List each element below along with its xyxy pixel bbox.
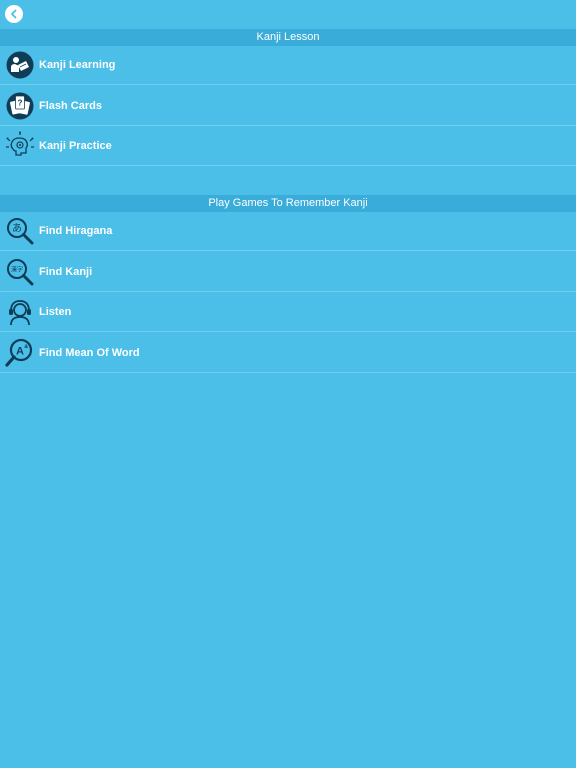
svg-text:A: A — [16, 345, 24, 357]
menu-item-listen[interactable]: Listen — [0, 292, 576, 332]
flash-cards-icon: ? — [5, 91, 35, 121]
menu-item-label: Flash Cards — [39, 99, 102, 112]
menu-item-find-hiragana[interactable]: あ Find Hiragana — [0, 211, 576, 251]
chevron-left-icon — [11, 9, 17, 19]
svg-text:漢字: 漢字 — [11, 265, 23, 273]
section-header-kanji-lesson: Kanji Lesson — [0, 29, 576, 46]
magnifier-word-icon: A a — [5, 338, 35, 368]
menu-item-label: Find Kanji — [39, 265, 93, 278]
menu-item-kanji-learning[interactable]: Kanji Learning — [0, 45, 576, 85]
menu-item-find-kanji[interactable]: 漢字 Find Kanji — [0, 252, 576, 292]
top-bar — [0, 0, 576, 28]
back-button[interactable] — [5, 5, 23, 23]
menu-item-label: Listen — [39, 305, 72, 318]
svg-text:a: a — [24, 344, 28, 350]
svg-text:?: ? — [18, 98, 23, 107]
magnifier-hiragana-icon: あ — [5, 216, 35, 246]
menu-item-label: Find Hiragana — [39, 224, 113, 237]
menu-item-label: Kanji Practice — [39, 139, 112, 152]
menu-item-label: Find Mean Of Word — [39, 346, 140, 359]
svg-text:あ: あ — [12, 222, 22, 234]
magnifier-kanji-icon: 漢字 — [5, 257, 35, 287]
menu-item-flash-cards[interactable]: ? Flash Cards — [0, 86, 576, 126]
headset-icon — [5, 297, 35, 327]
brain-gear-icon — [5, 131, 35, 161]
reading-book-icon — [5, 50, 35, 80]
menu-item-kanji-practice[interactable]: Kanji Practice — [0, 126, 576, 166]
section-header-play-games: Play Games To Remember Kanji — [0, 195, 576, 212]
menu-item-label: Kanji Learning — [39, 58, 116, 71]
menu-item-find-mean-of-word[interactable]: A a Find Mean Of Word — [0, 333, 576, 373]
